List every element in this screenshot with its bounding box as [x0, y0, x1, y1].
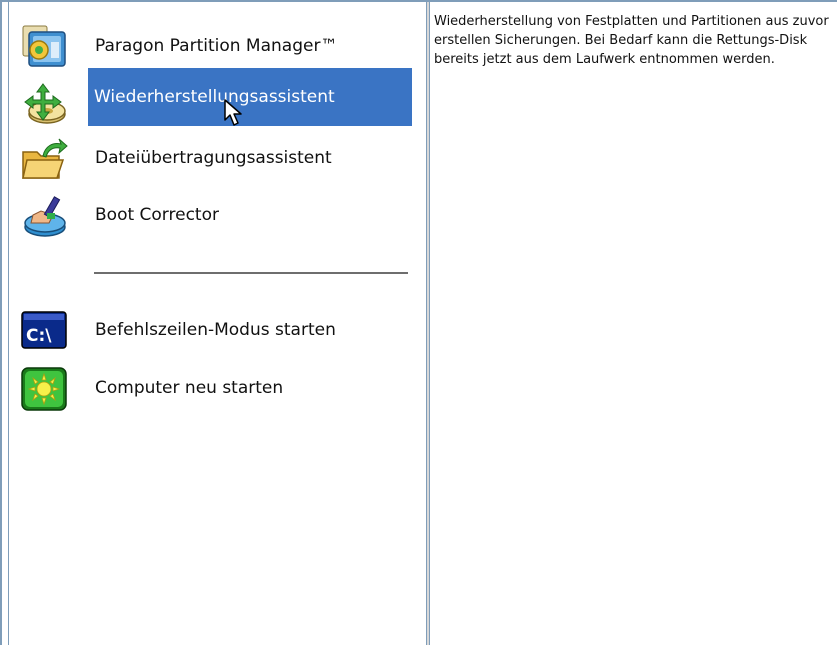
menu-item-partition-manager[interactable]: Paragon Partition Manager™ [19, 24, 419, 68]
command-line-icon: C:\ [19, 308, 71, 354]
menu-item-label: Dateiübertragungsassistent [95, 148, 332, 168]
restart-computer-icon [19, 366, 71, 412]
menu-separator [94, 272, 408, 274]
menu-item-label: Computer neu starten [95, 378, 284, 398]
menu-item-file-transfer[interactable]: Dateiübertragungsassistent [19, 136, 419, 180]
boot-corrector-icon [19, 193, 71, 239]
restore-wizard-icon [19, 82, 71, 128]
file-transfer-icon [19, 136, 71, 182]
menu-item-label: Wiederherstellungsassistent [88, 68, 412, 126]
menu-item-boot-corrector[interactable]: Boot Corrector [19, 193, 419, 237]
menu-item-command-line[interactable]: C:\ Befehlszeilen-Modus starten [19, 308, 419, 352]
task-list-pane: Paragon Partition Manager™ Wiederherstel… [8, 2, 426, 645]
menu-item-restart-computer[interactable]: Computer neu starten [19, 366, 419, 412]
description-text: Wiederherstellung von Festplatten und Pa… [434, 14, 829, 67]
menu-item-label: Boot Corrector [95, 205, 219, 225]
menu-item-label: Befehlszeilen-Modus starten [95, 320, 336, 340]
menu-item-label: Paragon Partition Manager™ [95, 36, 338, 56]
svg-text:C:\: C:\ [26, 326, 52, 346]
description-pane: Wiederherstellung von Festplatten und Pa… [430, 2, 837, 645]
mouse-cursor-icon [223, 98, 245, 128]
menu-item-restore-wizard[interactable]: Wiederherstellungsassistent [19, 68, 419, 128]
partition-manager-icon [19, 24, 71, 70]
